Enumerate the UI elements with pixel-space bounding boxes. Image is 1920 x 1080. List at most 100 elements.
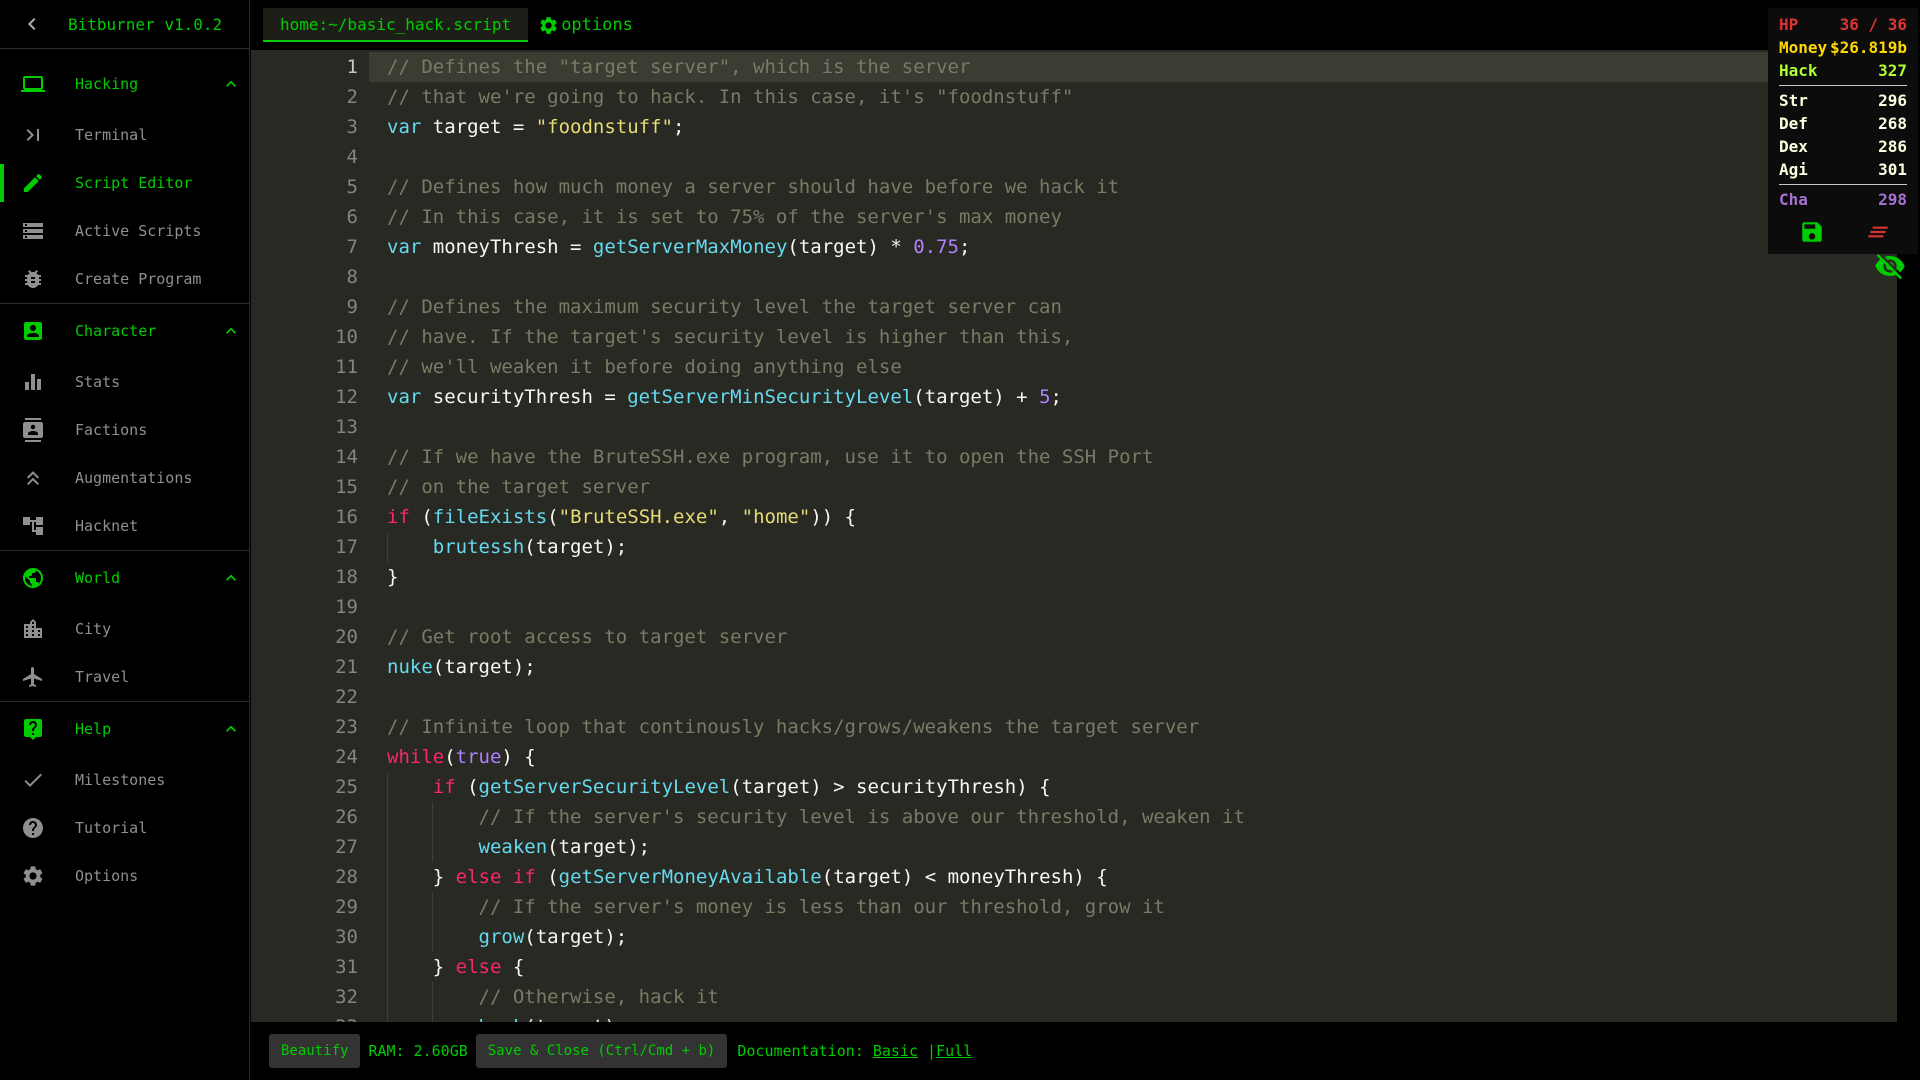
kill-all-scripts-icon[interactable] [1865, 219, 1891, 245]
code-line[interactable]: 23 // Infinite loop that continously hack… [251, 712, 1897, 742]
code-line[interactable]: 10 // have. If the target's security leve… [251, 322, 1897, 352]
code-line[interactable]: 14 // If we have the BruteSSH.exe program… [251, 442, 1897, 472]
line-number[interactable]: 33 [251, 1012, 358, 1022]
sidebar-item-factions[interactable]: Factions [0, 406, 249, 454]
line-number[interactable]: 3 [251, 112, 358, 142]
line-number[interactable]: 19 [251, 592, 358, 622]
line-number[interactable]: 17 [251, 532, 358, 562]
code-line[interactable]: 11 // we'll weaken it before doing anythi… [251, 352, 1897, 382]
code-line[interactable]: 7 var moneyThresh = getServerMaxMoney(tar… [251, 232, 1897, 262]
sidebar-item-city[interactable]: City [0, 605, 249, 653]
line-number[interactable]: 30 [251, 922, 358, 952]
code-line-text: hack(target); [358, 1012, 628, 1022]
sidebar-section-help[interactable]: Help [0, 702, 249, 756]
line-number[interactable]: 32 [251, 982, 358, 1012]
line-number[interactable]: 16 [251, 502, 358, 532]
code-line[interactable]: 19 [251, 592, 1897, 622]
code-line[interactable]: 12 var securityThresh = getServerMinSecur… [251, 382, 1897, 412]
line-number[interactable]: 4 [251, 142, 358, 172]
sidebar-section-character[interactable]: Character [0, 304, 249, 358]
line-number[interactable]: 2 [251, 82, 358, 112]
line-number[interactable]: 15 [251, 472, 358, 502]
sidebar-item-script-editor[interactable]: Script Editor [0, 159, 249, 207]
line-number[interactable]: 1 [251, 52, 358, 82]
sidebar-section-hacking[interactable]: Hacking [0, 57, 249, 111]
line-number[interactable]: 11 [251, 352, 358, 382]
line-number[interactable]: 9 [251, 292, 358, 322]
line-number[interactable]: 13 [251, 412, 358, 442]
sidebar-item-milestones[interactable]: Milestones [0, 756, 249, 804]
code-line[interactable]: 18} [251, 562, 1897, 592]
line-number[interactable]: 21 [251, 652, 358, 682]
chevron-left-icon[interactable] [20, 12, 44, 36]
code-line[interactable]: 15 // on the target server [251, 472, 1897, 502]
editor-options-button[interactable]: options [538, 15, 633, 36]
code-line[interactable]: 33 hack(target); [251, 1012, 1897, 1022]
equalizer-icon [21, 370, 45, 394]
sidebar-item-create-program[interactable]: Create Program [0, 255, 249, 303]
line-number[interactable]: 5 [251, 172, 358, 202]
save-close-button[interactable]: Save & Close (Ctrl/Cmd + b) [475, 1034, 728, 1068]
line-number[interactable]: 8 [251, 262, 358, 292]
line-number[interactable]: 18 [251, 562, 358, 592]
sidebar-item-hacknet[interactable]: Hacknet [0, 502, 249, 550]
code-line[interactable]: 6 // In this case, it is set to 75% of th… [251, 202, 1897, 232]
tab-script-file[interactable]: home:~/basic_hack.script [263, 8, 529, 42]
code-line[interactable]: 1 // Defines the "target server", which i… [251, 52, 1897, 82]
documentation-basic-link[interactable]: Basic [873, 1042, 918, 1060]
code-line[interactable]: 9 // Defines the maximum security level t… [251, 292, 1897, 322]
code-line[interactable]: 17 brutessh(target); [251, 532, 1897, 562]
beautify-button[interactable]: Beautify [269, 1034, 361, 1068]
line-number[interactable]: 12 [251, 382, 358, 412]
line-number[interactable]: 31 [251, 952, 358, 982]
documentation-full-link[interactable]: Full [936, 1042, 972, 1060]
code-editor[interactable]: 1 // Defines the "target server", which i… [251, 50, 1897, 1022]
code-line[interactable]: 22 [251, 682, 1897, 712]
code-line[interactable]: 24 while(true) { [251, 742, 1897, 772]
code-line[interactable]: 31 } else { [251, 952, 1897, 982]
sidebar-section-world[interactable]: World [0, 551, 249, 605]
line-number[interactable]: 23 [251, 712, 358, 742]
code-line[interactable]: 25 if (getServerSecurityLevel(target) > … [251, 772, 1897, 802]
code-line[interactable]: 21 nuke(target); [251, 652, 1897, 682]
code-line[interactable]: 27 weaken(target); [251, 832, 1897, 862]
save-game-icon[interactable] [1799, 219, 1825, 245]
code-line[interactable]: 8 [251, 262, 1897, 292]
line-number[interactable]: 14 [251, 442, 358, 472]
code-line[interactable]: 16 if (fileExists("BruteSSH.exe", "home")… [251, 502, 1897, 532]
code-line[interactable]: 5 // Defines how much money a server shou… [251, 172, 1897, 202]
sidebar-item-augmentations[interactable]: Augmentations [0, 454, 249, 502]
code-line[interactable]: 28 } else if (getServerMoneyAvailable(ta… [251, 862, 1897, 892]
sidebar-item-active-scripts[interactable]: Active Scripts [0, 207, 249, 255]
line-number[interactable]: 7 [251, 232, 358, 262]
line-number[interactable]: 24 [251, 742, 358, 772]
code-line[interactable]: 32 // Otherwise, hack it [251, 982, 1897, 1012]
code-line[interactable]: 4 [251, 142, 1897, 172]
sidebar-item-travel[interactable]: Travel [0, 653, 249, 701]
code-line[interactable]: 3 var target = "foodnstuff"; [251, 112, 1897, 142]
code-line[interactable]: 30 grow(target); [251, 922, 1897, 952]
sidebar-item-stats[interactable]: Stats [0, 358, 249, 406]
visibility-off-icon[interactable] [1874, 250, 1906, 282]
line-number[interactable]: 29 [251, 892, 358, 922]
code-line[interactable]: 29 // If the server's money is less than… [251, 892, 1897, 922]
code-line[interactable]: 2 // that we're going to hack. In this ca… [251, 82, 1897, 112]
code-line[interactable]: 13 [251, 412, 1897, 442]
sidebar-item-tutorial[interactable]: Tutorial [0, 804, 249, 852]
code-line[interactable]: 20 // Get root access to target server [251, 622, 1897, 652]
stat-value: 296 [1878, 91, 1907, 110]
line-number[interactable]: 25 [251, 772, 358, 802]
line-number[interactable]: 26 [251, 802, 358, 832]
code-line[interactable]: 26 // If the server's security level is … [251, 802, 1897, 832]
line-number[interactable]: 6 [251, 202, 358, 232]
line-number[interactable]: 20 [251, 622, 358, 652]
tab-label: home:~/basic_hack.script [280, 14, 512, 34]
line-number[interactable]: 10 [251, 322, 358, 352]
line-number[interactable]: 22 [251, 682, 358, 712]
sidebar-item-terminal[interactable]: Terminal [0, 111, 249, 159]
sidebar-item-options[interactable]: Options [0, 852, 249, 900]
line-number[interactable]: 27 [251, 832, 358, 862]
line-number[interactable]: 28 [251, 862, 358, 892]
